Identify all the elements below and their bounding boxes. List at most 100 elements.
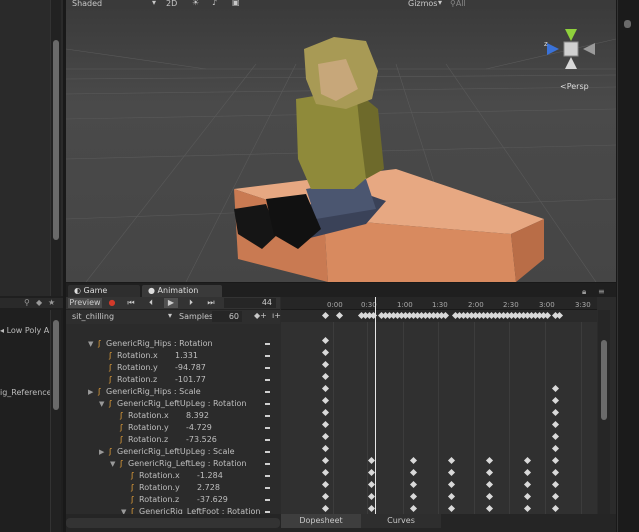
property-options-icon[interactable] (265, 511, 270, 513)
property-options-icon[interactable] (265, 439, 270, 441)
mode-2d-toggle[interactable]: 2D (166, 0, 177, 8)
property-options-icon[interactable] (265, 367, 270, 369)
property-group-row[interactable]: ▶ ʃ GenericRig_Hips : Scale (66, 386, 280, 398)
property-options-icon[interactable] (265, 355, 270, 357)
keyframe[interactable] (551, 396, 560, 405)
property-group-row[interactable]: ▼ ʃ GenericRig_Hips : Rotation (66, 338, 280, 350)
keyframe[interactable] (409, 504, 418, 513)
keyframe[interactable] (485, 468, 494, 477)
keyframe[interactable] (321, 444, 330, 453)
hierarchy-scrollbar[interactable] (50, 0, 61, 296)
expand-down-icon[interactable]: ▼ (88, 338, 93, 350)
expand-down-icon[interactable]: ▼ (121, 506, 126, 514)
dopesheet-area[interactable]: 0:00 0:30 1:00 1:30 2:00 2:30 3:00 3:30 (281, 297, 597, 514)
timeline-ruler[interactable]: 0:00 0:30 1:00 1:30 2:00 2:30 3:00 3:30 (281, 297, 597, 310)
keyframe[interactable] (367, 456, 376, 465)
tab-curves[interactable]: Curves (361, 514, 441, 528)
property-options-icon[interactable] (265, 391, 270, 393)
property-options-icon[interactable] (265, 427, 270, 429)
property-value[interactable]: -4.729 (186, 422, 212, 434)
play-icon[interactable]: ▶ (164, 298, 178, 308)
property-value[interactable]: 1.331 (175, 350, 198, 362)
keyframe[interactable] (551, 456, 560, 465)
keyframe[interactable] (447, 468, 456, 477)
keyframe[interactable] (447, 492, 456, 501)
keyframe[interactable] (321, 396, 330, 405)
keyframe[interactable] (321, 468, 330, 477)
property-options-icon[interactable] (265, 475, 270, 477)
summary-keyframe[interactable] (321, 311, 330, 320)
property-group-row[interactable]: ▶ ʃ GenericRig_LeftUpLeg : Scale (66, 446, 280, 458)
property-value[interactable]: 8.392 (186, 410, 209, 422)
tag-icon[interactable]: ◆ (36, 298, 42, 307)
property-row[interactable]: ʃ Rotation.y 2.728 (66, 482, 280, 494)
keyframe[interactable] (523, 492, 532, 501)
property-value[interactable]: -101.77 (175, 374, 206, 386)
keyframe[interactable] (409, 492, 418, 501)
property-group-row[interactable]: ▼ ʃ GenericRig_LeftFoot : Rotation (66, 506, 280, 514)
lighting-icon[interactable]: ☀ (192, 0, 199, 7)
expand-right-icon[interactable]: ▶ (99, 446, 104, 458)
tab-animation[interactable]: ● Animation (142, 285, 222, 297)
keyframe[interactable] (447, 456, 456, 465)
effects-icon[interactable]: ▣ (232, 0, 240, 7)
tab-game[interactable]: ◐ Game (68, 285, 140, 297)
expand-right-icon[interactable]: ▶ (88, 386, 93, 398)
keyframe[interactable] (551, 480, 560, 489)
property-options-icon[interactable] (265, 379, 270, 381)
property-options-icon[interactable] (265, 415, 270, 417)
keyframe[interactable] (367, 504, 376, 513)
scene-view[interactable]: z <Persp (66, 9, 616, 282)
project-item-low-poly[interactable]: ◂ Low Poly An (0, 326, 54, 335)
first-frame-icon[interactable]: ⏮ (124, 298, 138, 308)
property-row[interactable]: ʃ Rotation.y -4.729 (66, 422, 280, 434)
keyframe[interactable] (321, 420, 330, 429)
clip-dropdown[interactable]: sit_chilling (72, 312, 114, 321)
keyframe[interactable] (321, 492, 330, 501)
keyframe[interactable] (523, 480, 532, 489)
inspector-scroll-thumb[interactable] (624, 20, 631, 28)
record-icon[interactable]: ● (106, 298, 118, 308)
gizmos-dropdown[interactable]: Gizmos (408, 0, 437, 8)
hierarchy-scroll-thumb[interactable] (53, 40, 59, 240)
property-row[interactable]: ʃ Rotation.y -94.787 (66, 362, 280, 374)
keyframe[interactable] (485, 492, 494, 501)
keyframe[interactable] (409, 456, 418, 465)
keyframe[interactable] (551, 420, 560, 429)
keyframe[interactable] (485, 504, 494, 513)
expand-down-icon[interactable]: ▼ (99, 398, 104, 410)
keyframe[interactable] (321, 348, 330, 357)
dopesheet-scroll-thumb[interactable] (601, 340, 607, 420)
keyframe[interactable] (523, 504, 532, 513)
keyframe[interactable] (447, 504, 456, 513)
keyframe[interactable] (409, 480, 418, 489)
dopesheet-scrollbar[interactable] (598, 310, 610, 514)
search-icon[interactable]: ⚲ (24, 298, 30, 307)
keyframe[interactable] (523, 468, 532, 477)
shading-dropdown[interactable]: Shaded (72, 0, 102, 8)
keyframe[interactable] (321, 360, 330, 369)
keyframe[interactable] (523, 456, 532, 465)
keyframe[interactable] (321, 504, 330, 513)
tab-dopesheet[interactable]: Dopesheet (281, 514, 361, 528)
keyframe[interactable] (485, 480, 494, 489)
property-options-icon[interactable] (265, 499, 270, 501)
expand-down-icon[interactable]: ▼ (110, 458, 115, 470)
keyframe[interactable] (551, 432, 560, 441)
lock-icon[interactable]: 🔒︎ (582, 287, 586, 297)
persp-label[interactable]: <Persp (560, 82, 589, 91)
keyframe[interactable] (447, 480, 456, 489)
preview-button[interactable]: Preview (68, 298, 102, 308)
property-options-icon[interactable] (265, 451, 270, 453)
keyframe[interactable] (321, 372, 330, 381)
keyframe[interactable] (321, 384, 330, 393)
property-value[interactable]: 2.728 (197, 482, 220, 494)
audio-icon[interactable]: ♪ (212, 0, 217, 7)
property-value[interactable]: -94.787 (175, 362, 206, 374)
keyframe[interactable] (551, 492, 560, 501)
project-item-reference[interactable]: ig_Reference (0, 388, 52, 397)
keyframe[interactable] (367, 480, 376, 489)
menu-icon[interactable]: ≡ (598, 287, 605, 296)
star-icon[interactable]: ★ (48, 298, 55, 307)
keyframe[interactable] (321, 336, 330, 345)
